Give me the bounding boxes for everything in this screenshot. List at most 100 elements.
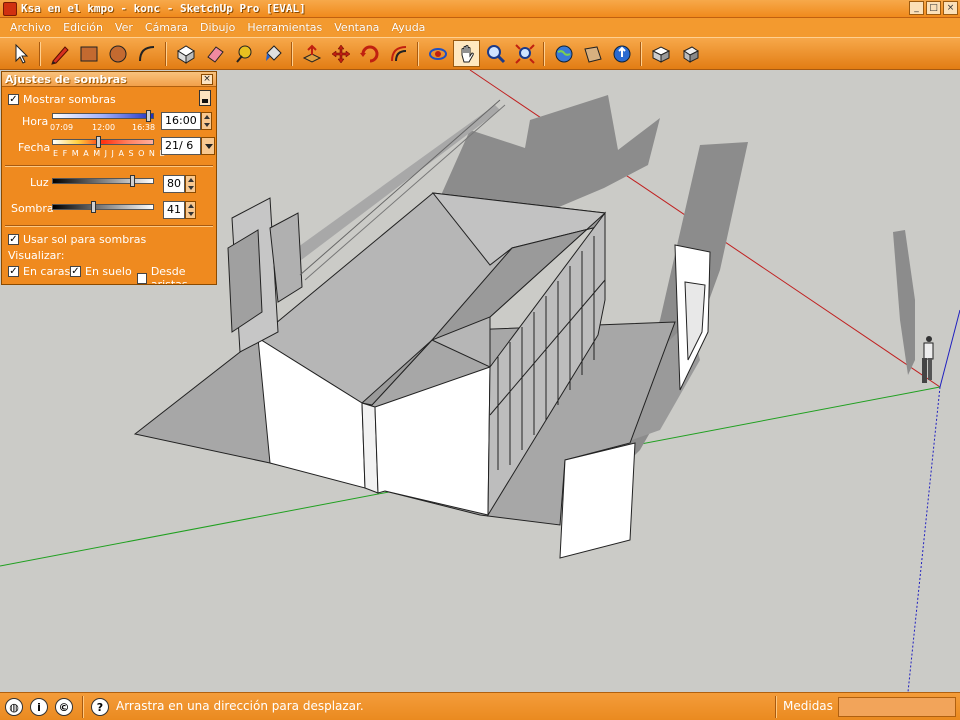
minimize-button[interactable]: _ xyxy=(909,1,924,15)
menu-ver[interactable]: Ver xyxy=(109,21,139,34)
time-tick-end: 16:38 xyxy=(132,123,156,132)
sketchup-window: Ksa en el kmpo - konc - SketchUp Pro [EV… xyxy=(0,0,960,720)
window-title: Ksa en el kmpo - konc - SketchUp Pro [EV… xyxy=(21,2,306,15)
light-slider[interactable] xyxy=(52,178,154,184)
show-shadows-row[interactable]: ✓ Mostrar sombras xyxy=(8,93,116,106)
tape-measure-tool-button[interactable] xyxy=(230,40,257,67)
toolbar-separator xyxy=(543,41,545,66)
close-button[interactable]: × xyxy=(943,1,958,15)
menu-camara[interactable]: Cámara xyxy=(139,21,194,34)
share-component-button[interactable] xyxy=(676,40,703,67)
make-component-button[interactable] xyxy=(172,40,199,67)
time-tick-mid: 12:00 xyxy=(92,123,116,132)
date-dropdown-button[interactable] xyxy=(201,137,215,155)
light-slider-thumb[interactable] xyxy=(130,175,135,187)
light-input[interactable]: 80 xyxy=(163,175,185,193)
status-separator xyxy=(82,696,84,718)
time-input[interactable]: 16:00 xyxy=(161,112,201,130)
display-label: Visualizar: xyxy=(8,249,65,262)
zoom-extents-icon xyxy=(514,43,535,64)
offset-tool-button[interactable] xyxy=(385,40,412,67)
light-spinner[interactable] xyxy=(185,175,196,193)
date-label: Fecha xyxy=(18,141,51,154)
measurements-input[interactable] xyxy=(838,697,956,717)
get-models-button[interactable] xyxy=(550,40,577,67)
arc-tool-button[interactable] xyxy=(133,40,160,67)
rotate-tool-button[interactable] xyxy=(356,40,383,67)
pencil-tool-button[interactable] xyxy=(46,40,73,67)
zoom-icon xyxy=(486,44,505,63)
zoom-extents-tool-button[interactable] xyxy=(511,40,538,67)
arc-icon xyxy=(138,45,154,61)
help-icon[interactable]: ? xyxy=(91,698,109,716)
share-model-button[interactable] xyxy=(579,40,606,67)
move-tool-button[interactable] xyxy=(327,40,354,67)
pan-tool-button[interactable] xyxy=(453,40,480,67)
component-icon xyxy=(176,44,195,64)
menu-dibujo[interactable]: Dibujo xyxy=(194,21,241,34)
on-faces-label: En caras xyxy=(23,265,71,278)
offset-icon xyxy=(390,45,406,61)
google-earth-button[interactable] xyxy=(608,40,635,67)
toolbar-separator xyxy=(640,41,642,66)
toolbar-separator xyxy=(165,41,167,66)
get-components-icon xyxy=(651,45,670,63)
select-tool-button[interactable] xyxy=(7,40,34,67)
tape-measure-icon xyxy=(235,45,251,63)
collapse-details-button[interactable] xyxy=(199,90,211,106)
rotate-icon xyxy=(359,45,378,62)
from-edges-checkbox[interactable] xyxy=(137,272,147,284)
on-ground-checkbox[interactable]: ✓ xyxy=(70,266,81,277)
push-pull-tool-button[interactable] xyxy=(298,40,325,67)
time-spinner[interactable] xyxy=(201,112,212,130)
dark-slider[interactable] xyxy=(52,204,154,210)
menu-ventana[interactable]: Ventana xyxy=(328,21,385,34)
circle-tool-button[interactable] xyxy=(104,40,131,67)
shadow-settings-dialog: Ajustes de sombras × ✓ Mostrar sombras H… xyxy=(1,71,217,285)
menu-herramientas[interactable]: Herramientas xyxy=(241,21,328,34)
date-input[interactable]: 21/ 6 xyxy=(161,137,201,155)
copyright-icon[interactable]: © xyxy=(55,698,73,716)
date-slider-thumb[interactable] xyxy=(96,136,101,148)
dialog-close-button[interactable]: × xyxy=(201,73,213,85)
menu-archivo[interactable]: Archivo xyxy=(4,21,57,34)
show-shadows-label: Mostrar sombras xyxy=(23,93,116,106)
use-sun-row[interactable]: ✓ Usar sol para sombras xyxy=(8,233,146,246)
get-components-button[interactable] xyxy=(647,40,674,67)
share-component-icon xyxy=(682,45,699,63)
time-label: Hora xyxy=(22,115,49,128)
pan-hand-icon xyxy=(461,44,474,62)
eraser-tool-button[interactable] xyxy=(201,40,228,67)
geo-location-icon[interactable]: ◍ xyxy=(5,698,23,716)
person-shadow xyxy=(893,230,915,375)
menu-edicion[interactable]: Edición xyxy=(57,21,109,34)
maximize-button[interactable]: □ xyxy=(926,1,941,15)
pencil-icon xyxy=(50,45,69,65)
zoom-tool-button[interactable] xyxy=(482,40,509,67)
time-slider[interactable] xyxy=(52,113,154,119)
blue-axis-negative xyxy=(907,386,941,692)
person-figure xyxy=(922,336,934,383)
show-shadows-checkbox[interactable]: ✓ xyxy=(8,94,19,105)
dark-spinner[interactable] xyxy=(185,201,196,219)
credits-icon[interactable]: i xyxy=(30,698,48,716)
rectangle-tool-button[interactable] xyxy=(75,40,102,67)
date-slider[interactable] xyxy=(52,139,154,145)
dialog-divider xyxy=(5,225,213,227)
dialog-title-bar[interactable]: Ajustes de sombras × xyxy=(2,72,216,87)
on-faces-checkbox[interactable]: ✓ xyxy=(8,266,19,277)
paint-bucket-tool-button[interactable] xyxy=(259,40,286,67)
dark-input[interactable]: 41 xyxy=(163,201,185,219)
dark-slider-thumb[interactable] xyxy=(91,201,96,213)
dialog-divider xyxy=(5,165,213,167)
use-sun-checkbox[interactable]: ✓ xyxy=(8,234,19,245)
on-ground-row[interactable]: ✓ En suelo xyxy=(70,265,132,278)
time-slider-thumb[interactable] xyxy=(146,110,151,122)
from-edges-row[interactable]: Desde aristas xyxy=(137,265,216,284)
toolbar-separator xyxy=(417,41,419,66)
time-tick-start: 07:09 xyxy=(50,123,74,132)
orbit-tool-button[interactable] xyxy=(424,40,451,67)
share-model-icon xyxy=(583,45,602,63)
on-faces-row[interactable]: ✓ En caras xyxy=(8,265,70,278)
menu-ayuda[interactable]: Ayuda xyxy=(385,21,431,34)
